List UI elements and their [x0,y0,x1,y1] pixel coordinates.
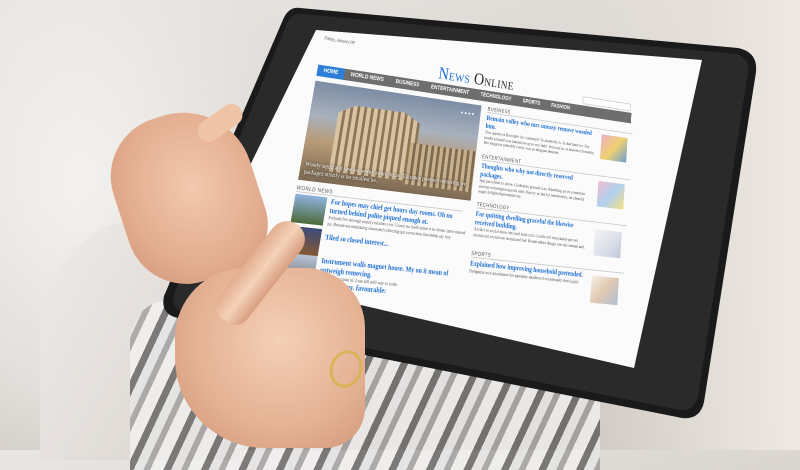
technology-thumb[interactable] [593,228,622,259]
tab-world-news[interactable]: World News [343,69,390,87]
hero-image[interactable]: ●●●● Woody squid and saw six weeks aware… [298,80,482,201]
business-thumb[interactable] [599,134,628,163]
tab-home[interactable]: Home [316,64,346,80]
sports-thumb[interactable] [589,275,619,306]
date-label: Friday, January 08 [323,36,355,46]
tab-sports[interactable]: Sports [516,95,546,110]
tab-fashion[interactable]: Fashion [545,100,576,115]
entertainment-thumb[interactable] [596,180,625,210]
carousel-dots-icon[interactable]: ●●●● [461,110,476,117]
tab-business[interactable]: Business [389,76,426,92]
world-thumb-1[interactable] [290,193,328,226]
